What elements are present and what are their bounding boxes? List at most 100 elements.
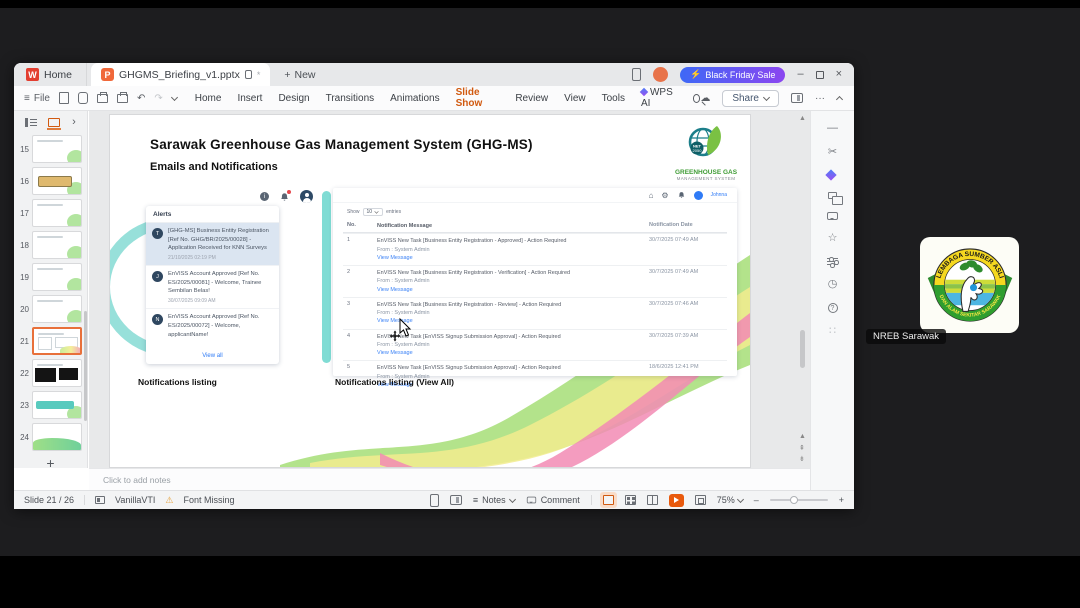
menu-insert[interactable]: Insert <box>237 89 262 108</box>
col-message: Notification Message <box>377 223 433 229</box>
share-label: Share <box>732 92 759 104</box>
redo-icon[interactable]: ↷ <box>154 93 162 104</box>
new-tab-label: New <box>294 68 316 81</box>
scroll-up-icon[interactable]: ▲ <box>799 115 806 122</box>
thumbnail-slide-15[interactable]: 15 <box>16 135 87 163</box>
alert-item: N EnVISS Account Approved [Ref No. ES/20… <box>146 309 279 343</box>
menu-transitions[interactable]: Transitions <box>326 89 375 108</box>
alerts-dropdown-card: Alerts T [GHG-MS] Business Entity Regist… <box>146 206 279 364</box>
menu-review[interactable]: Review <box>515 89 548 108</box>
warning-icon: ⚠ <box>165 494 174 505</box>
thumbnail-slide-22[interactable]: 22 <box>16 359 87 387</box>
add-slide-button[interactable]: + <box>14 455 87 471</box>
quick-tools-icon[interactable]: ✂ <box>828 147 837 158</box>
share-button[interactable]: Share <box>722 89 779 107</box>
mobile-device-icon[interactable] <box>632 68 642 81</box>
comment-pane-icon[interactable] <box>827 212 838 220</box>
ai-assistant-icon[interactable] <box>825 169 837 181</box>
output-icon[interactable] <box>77 92 88 104</box>
search-icon[interactable] <box>692 93 701 103</box>
panel-scrollbar[interactable] <box>84 311 87 421</box>
close-button[interactable]: × <box>836 69 842 80</box>
meeting-screen: W Home P GHGMS_Briefing_v1.pptx * + New … <box>0 0 1080 608</box>
collapse-rail-icon[interactable]: — <box>827 123 838 134</box>
canvas-scrollbar[interactable]: ▲ ▲ ⇞ ⇟ <box>796 111 810 468</box>
slide-thumbnail-panel: › 15 16 17 18 19 20 21 22 23 24 + <box>14 111 88 471</box>
scroll-down-icon[interactable]: ▲ <box>799 433 806 440</box>
table-row: 1 EnVISS New Task [Business Entity Regis… <box>343 233 727 265</box>
normal-view-icon[interactable] <box>602 495 614 505</box>
zoom-in-button[interactable]: + <box>839 495 844 505</box>
scrollbar-thumb[interactable] <box>800 330 805 368</box>
history-clock-icon[interactable]: ◷ <box>828 279 838 290</box>
thumbnail-slide-20[interactable]: 20 <box>16 295 87 323</box>
print-preview-icon[interactable] <box>116 91 128 103</box>
share-chevron-icon <box>762 93 771 101</box>
ribbon-bar: ≡ File ↶ ↷ Home Insert Design Transition… <box>14 83 854 114</box>
table-row: 2 EnVISS New Task [Business Entity Regis… <box>343 265 727 297</box>
help-icon[interactable]: ? <box>827 303 838 313</box>
fit-slide-icon[interactable] <box>694 495 706 505</box>
menu-view[interactable]: View <box>564 89 586 108</box>
settings-sliders-icon[interactable] <box>827 257 838 266</box>
slide-view-icon[interactable] <box>47 117 62 130</box>
save-icon[interactable] <box>58 92 69 104</box>
restore-button[interactable] <box>815 70 824 79</box>
menu-tools[interactable]: Tools <box>602 89 625 108</box>
account-avatar[interactable] <box>653 67 669 82</box>
tab-home[interactable]: W Home <box>24 63 88 86</box>
participant-video-tile[interactable]: LEMBAGA SUMBER ASLI DAN ALAM SEKITAR SAR… <box>920 237 1019 333</box>
slideshow-play-button[interactable] <box>668 493 684 507</box>
table-header-row: No. Notification Message Notification Da… <box>343 219 727 234</box>
menu-home[interactable]: Home <box>195 89 222 108</box>
thumbnail-slide-24[interactable]: 24 <box>16 423 87 451</box>
promo-button[interactable]: ⚡ Black Friday Sale <box>680 66 786 83</box>
view-message-link: View Message <box>377 286 413 293</box>
notes-toggle[interactable]: ≡ Notes <box>473 495 516 505</box>
more-options-icon[interactable]: ··· <box>815 93 825 104</box>
bolt-icon: ⚡ <box>690 69 702 79</box>
print-icon[interactable] <box>96 91 108 103</box>
thumbnail-slide-23[interactable]: 23 <box>16 391 87 419</box>
undo-icon[interactable]: ↶ <box>137 93 145 104</box>
thumbnail-slide-19[interactable]: 19 <box>16 263 87 291</box>
menu-animations[interactable]: Animations <box>390 89 439 108</box>
reading-view-icon[interactable] <box>646 495 658 505</box>
previous-slide-icon[interactable]: ⇞ <box>799 445 805 452</box>
phone-view-icon[interactable] <box>429 493 439 507</box>
collapse-panel-icon[interactable]: › <box>72 116 76 128</box>
shapes-icon[interactable] <box>828 192 843 205</box>
new-tab-button[interactable]: + New <box>284 69 315 81</box>
document-title: GHGMS_Briefing_v1.pptx <box>119 68 240 81</box>
quick-access-chevron-icon[interactable] <box>170 93 178 101</box>
menu-design[interactable]: Design <box>278 89 309 108</box>
theme-name[interactable]: VanillaVTI <box>115 495 155 505</box>
menu-wps-ai[interactable]: WPS AI <box>639 83 677 113</box>
thumbnail-slide-18[interactable]: 18 <box>16 231 87 259</box>
minimize-button[interactable]: – <box>797 69 803 80</box>
zoom-slider[interactable] <box>769 496 828 504</box>
thumbnail-slide-21-selected[interactable]: 21 <box>16 327 87 355</box>
zoom-slider-knob[interactable] <box>789 496 798 504</box>
comment-button[interactable]: Comment <box>526 495 580 505</box>
apps-grid-icon[interactable]: ∷ <box>829 326 836 337</box>
file-menu[interactable]: ≡ File <box>24 93 50 104</box>
zoom-out-button[interactable]: – <box>754 495 759 505</box>
font-missing-warning[interactable]: Font Missing <box>183 495 234 505</box>
outline-view-icon[interactable] <box>25 117 38 127</box>
slide-sorter-view-icon[interactable] <box>624 495 636 505</box>
next-slide-icon[interactable]: ⇟ <box>799 456 805 463</box>
thumbnail-slide-16[interactable]: 16 <box>16 167 87 195</box>
task-pane-icon[interactable] <box>791 93 803 103</box>
wps-logo-icon: W <box>26 68 39 81</box>
notes-strip[interactable]: Click to add notes <box>89 468 810 490</box>
handout-icon[interactable] <box>449 495 462 505</box>
favorites-star-icon[interactable]: ☆ <box>828 233 838 244</box>
menu-slide-show[interactable]: Slide Show <box>455 83 500 114</box>
collapse-ribbon-icon[interactable] <box>835 95 844 103</box>
slide-canvas[interactable]: Sarawak Greenhouse Gas Management System… <box>110 115 750 467</box>
slide-subtitle: Emails and Notifications <box>150 161 278 173</box>
thumbnail-slide-17[interactable]: 17 <box>16 199 87 227</box>
zoom-level[interactable]: 75% <box>717 495 744 505</box>
comment-label: Comment <box>540 495 580 505</box>
